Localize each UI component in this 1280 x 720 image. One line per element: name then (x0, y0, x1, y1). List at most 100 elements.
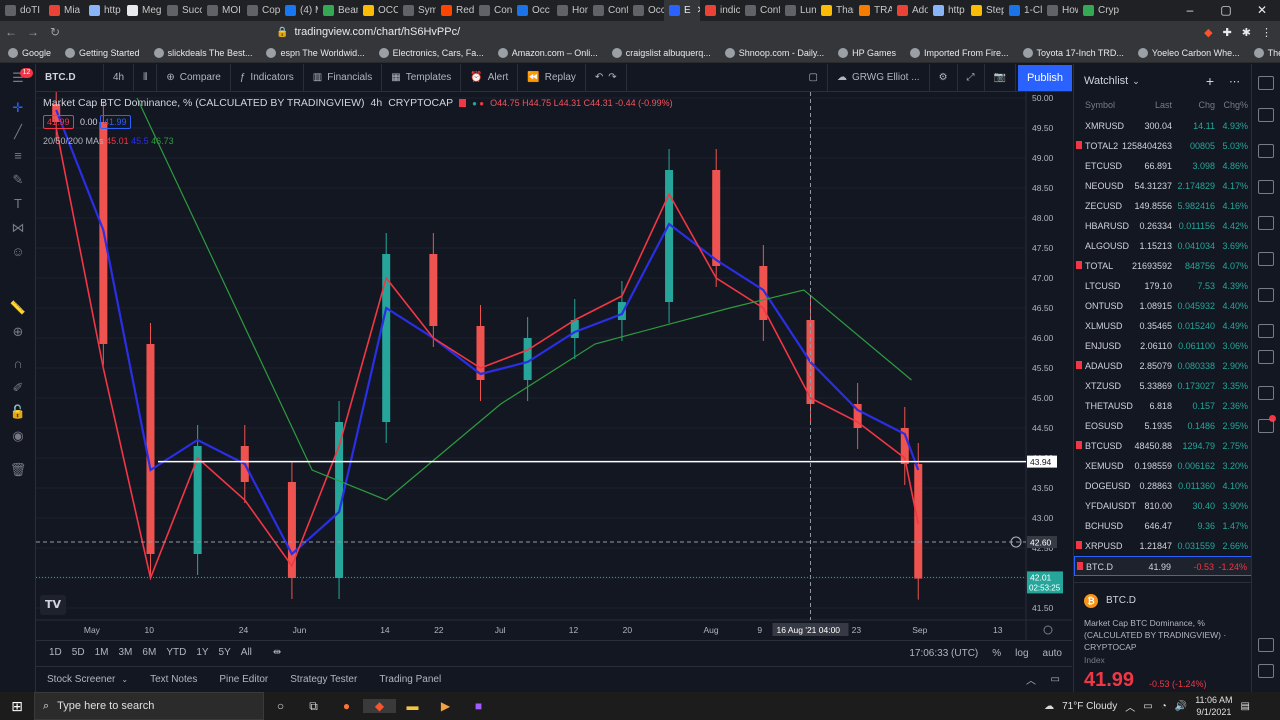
back-icon[interactable]: ← (0, 25, 22, 39)
bookmark-item[interactable]: espn The Worldwid... (266, 47, 365, 58)
browser-tab[interactable]: Meg (122, 0, 162, 21)
timeframe-1y[interactable]: 1Y (191, 647, 213, 658)
bookmark-item[interactable]: slickdeals The Best... (153, 47, 252, 58)
eye-icon[interactable]: ◉ (0, 428, 36, 444)
flag-icon[interactable] (1076, 141, 1082, 149)
browser-tab[interactable]: Mia (44, 0, 84, 21)
file-explorer-icon[interactable]: ▬ (396, 699, 429, 713)
hotlist-icon[interactable] (1258, 180, 1274, 194)
timeframe-ytd[interactable]: YTD (161, 647, 191, 658)
browser-tab[interactable]: indic (700, 0, 740, 21)
add-symbol-icon[interactable]: + (1206, 73, 1214, 89)
watchlist-title[interactable]: Watchlist (1084, 75, 1128, 87)
bookmark-item[interactable]: The Importance of... (1253, 47, 1280, 58)
panel-tab[interactable]: Trading Panel (368, 667, 452, 693)
bid-price[interactable]: 41.99 (43, 115, 74, 129)
candle[interactable] (712, 170, 721, 266)
trend-line-icon[interactable]: ╱ (0, 124, 36, 140)
bookmark-item[interactable]: craigslist albuquerq... (611, 47, 711, 58)
browser-tab[interactable]: Conf (740, 0, 780, 21)
redo-icon[interactable]: ↷ (608, 72, 616, 83)
timeframe-6m[interactable]: 6M (137, 647, 161, 658)
bookmark-item[interactable]: Imported From Fire... (910, 47, 1009, 58)
browser-tab[interactable]: Conf (474, 0, 512, 21)
magnet-icon[interactable]: ∩ (0, 356, 36, 371)
browser-tab[interactable]: OCC (358, 0, 398, 21)
notifications-icon[interactable] (1258, 386, 1274, 400)
watchlist-row[interactable]: DOGEUSD 0.28863 0.011360 4.10% (1074, 476, 1251, 496)
date-range-icon[interactable]: ⇹ (273, 647, 281, 658)
browser-tab[interactable]: Sym (398, 0, 436, 21)
clock[interactable]: 11:06 AM 9/1/2021 (1195, 694, 1232, 718)
expand-button[interactable]: ⤢ (958, 63, 985, 92)
browser-tab[interactable]: Than (816, 0, 854, 21)
watchlist-row[interactable]: XTZUSD 5.33869 0.173027 3.35% (1074, 376, 1251, 396)
interval-button[interactable]: 4h (104, 63, 135, 92)
bookmark-item[interactable]: Electronics, Cars, Fa... (378, 47, 484, 58)
flag-icon[interactable] (1076, 361, 1082, 369)
templates-button[interactable]: ▦ Templates (382, 63, 462, 92)
browser-tab[interactable]: Bean (318, 0, 358, 21)
browser-tab[interactable]: Lunc (780, 0, 816, 21)
watchlist-row[interactable]: ONTUSD 1.08915 0.045932 4.40% (1074, 296, 1251, 316)
menu-icon[interactable]: ⋮ (1261, 26, 1272, 39)
flag-icon[interactable] (1076, 541, 1082, 549)
windows-start-icon[interactable]: ⊞ (0, 698, 34, 715)
firefox-icon[interactable]: ● (330, 699, 363, 713)
browser-tab[interactable]: E✕ (664, 0, 700, 21)
settings-button[interactable]: ⚙ (930, 63, 958, 92)
price-chart[interactable]: 50.00 49.50 49.00 48.50 48.00 47.50 47.00 46.50… (36, 83, 1072, 640)
watchlist-row[interactable]: NEOUSD 54.31237 2.174829 4.17% (1074, 176, 1251, 196)
browser-tab[interactable]: MOI (202, 0, 242, 21)
col-last[interactable]: Last (1155, 100, 1172, 110)
layout-button[interactable]: ☁ GRWG Elliot ... (828, 63, 930, 92)
col-symbol[interactable]: Symbol (1085, 100, 1115, 110)
alert-button[interactable]: ⏰ Alert (461, 63, 519, 92)
help-icon[interactable] (1258, 664, 1274, 678)
watchlist-row[interactable]: TOTAL 21693592 848756 4.07% (1074, 256, 1251, 276)
brush-icon[interactable]: ✎ (0, 172, 36, 188)
panel-tab[interactable]: Stock Screener ⌄ (36, 667, 139, 693)
financials-button[interactable]: ▥ Financials (304, 63, 383, 92)
browser-tab[interactable]: Hon (552, 0, 588, 21)
media-player-icon[interactable]: ▶ (429, 699, 462, 713)
flag-icon[interactable] (1077, 562, 1083, 570)
browser-tab[interactable]: Conf (588, 0, 628, 21)
log-toggle[interactable]: log (1015, 648, 1028, 659)
taskbar-search[interactable]: ⌕ Type here to search (34, 692, 264, 720)
flag-icon[interactable] (459, 99, 467, 107)
watchlist-row[interactable]: YFDAIUSDT 810.00 30.40 3.90% (1074, 496, 1251, 516)
timeframe-5y[interactable]: 5Y (214, 647, 236, 658)
browser-tab[interactable]: http (84, 0, 122, 21)
symbol-search[interactable]: BTC.D (36, 63, 104, 92)
maximize-icon[interactable]: ▢ (1208, 0, 1244, 21)
bookmark-item[interactable]: HP Games (838, 47, 896, 58)
browser-tab[interactable]: How (1042, 0, 1078, 21)
calendar2-icon[interactable] (1258, 350, 1274, 364)
col-chgp[interactable]: Chg% (1223, 100, 1248, 110)
fib-icon[interactable]: ≡ (0, 148, 36, 163)
volume-icon[interactable]: 🔊 (1175, 701, 1187, 712)
watchlist-row[interactable]: XMRUSD 300.04 14.11 4.93% (1074, 116, 1251, 136)
watchlist-row[interactable]: BTC.D 41.99 -0.53 -1.24% (1074, 556, 1251, 576)
ruler-icon[interactable]: 📏 (0, 300, 36, 316)
weather-icon[interactable]: ☁ (1044, 701, 1054, 712)
streams-icon[interactable] (1258, 288, 1274, 302)
browser-tab[interactable]: Occ (628, 0, 664, 21)
emoji-icon[interactable]: ☺ (0, 244, 36, 259)
chevron-down-icon[interactable]: ⌄ (121, 675, 128, 684)
fullscreen-toggle[interactable]: ▢ (800, 63, 828, 92)
watchlist-row[interactable]: XLMUSD 0.35465 0.015240 4.49% (1074, 316, 1251, 336)
watchlist-row[interactable]: ADAUSD 2.85079 0.080338 2.90% (1074, 356, 1251, 376)
browser-tab[interactable]: Occ (512, 0, 552, 21)
candle[interactable] (665, 170, 674, 302)
publish-button[interactable]: Publish (1018, 65, 1072, 91)
bookmark-item[interactable]: Getting Started (65, 47, 140, 58)
browser-tab[interactable]: Red (436, 0, 474, 21)
clock-label[interactable]: 17:06:33 (UTC) (909, 648, 978, 659)
candle[interactable] (287, 482, 296, 578)
more-icon[interactable]: ⋯ (1229, 75, 1240, 88)
calendar-icon[interactable] (1258, 216, 1274, 230)
watchlist-row[interactable]: BCHUSD 646.47 9.36 1.47% (1074, 516, 1251, 536)
url-field[interactable]: 🔒 tradingview.com/chart/hS6HvPPc/ (276, 26, 460, 38)
